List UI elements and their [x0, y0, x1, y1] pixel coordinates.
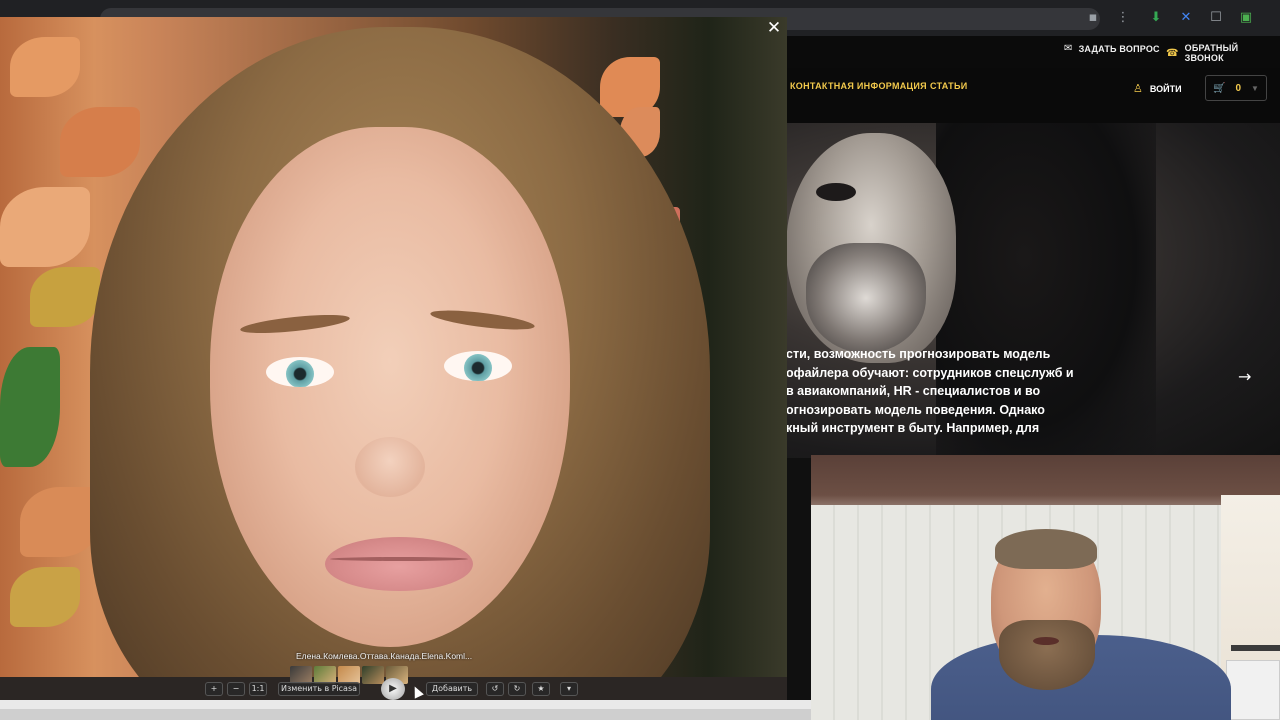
add-button[interactable]: Добавить: [426, 682, 478, 696]
hero-image-eye: [816, 183, 856, 201]
clipboard-extension-icon[interactable]: ☐: [1208, 10, 1224, 26]
leaf: [60, 107, 140, 177]
portrait-lip-line: [330, 557, 468, 561]
hero-line: офайлера обучают: сотрудников спецслужб …: [786, 365, 1074, 380]
portrait-right-eye: [444, 351, 512, 381]
hero-line: кный инструмент в быту. Например, для: [786, 421, 1040, 435]
callback-link[interactable]: ☎ ОБРАТНЫЙ ЗВОНОК: [1166, 43, 1280, 63]
screenshot-extension-icon[interactable]: ▣: [1238, 10, 1254, 26]
leaf: [0, 347, 60, 467]
leaf: [10, 37, 80, 97]
phone-icon: ☎: [1166, 47, 1179, 59]
nav-contact-info[interactable]: КОНТАКТНАЯ ИНФОРМАЦИЯ: [790, 81, 927, 91]
download-extension-icon[interactable]: ⬇: [1148, 10, 1164, 26]
login-button[interactable]: ♙ ВОЙТИ: [1133, 82, 1182, 95]
zoom-out-button[interactable]: −: [227, 682, 245, 696]
screen: ▪ ⋮ ⬇ ✕ ☐ ▣ ✉ ЗАДАТЬ ВОПРОС ☎ ОБРАТНЫЙ З…: [0, 0, 1280, 720]
lightbox-photo: [0, 17, 787, 700]
mail-icon: ✉: [1064, 43, 1073, 54]
more-icon[interactable]: ⋮: [1115, 10, 1131, 26]
actual-size-button[interactable]: 1:1: [249, 682, 267, 696]
ask-question-link[interactable]: ✉ ЗАДАТЬ ВОПРОС: [1064, 43, 1160, 54]
callback-label: ОБРАТНЫЙ ЗВОНОК: [1184, 43, 1239, 63]
hero-line: сти, возможность прогнозировать модель: [786, 347, 1051, 361]
hero-line: огнозировать модель поведения. Однако: [786, 402, 1045, 417]
hero-image-skull-makeup: [806, 243, 926, 353]
portrait-nose: [355, 437, 425, 497]
portrait-iris: [464, 354, 492, 381]
webcam-person-mouth: [1033, 637, 1059, 645]
nav-articles[interactable]: СТАТЬИ: [930, 81, 968, 91]
hero-line: в авиакомпаний, HR - специалистов и во: [786, 384, 1041, 398]
webcam-overlay: [811, 455, 1280, 720]
webcam-fridge: [1226, 660, 1280, 720]
hero-text: сти, возможность прогнозировать модель о…: [786, 345, 1086, 438]
cart-button[interactable]: 🛒 0 ▼: [1205, 75, 1267, 101]
chevron-down-icon: ▼: [1251, 83, 1259, 93]
star-icon[interactable]: ★: [532, 682, 550, 696]
rotate-right-icon[interactable]: ↻: [508, 682, 526, 696]
leaf: [0, 187, 90, 267]
webcam-shelf: [1231, 645, 1280, 651]
scrollbar[interactable]: [0, 709, 811, 720]
webcam-ceiling: [811, 455, 1280, 505]
close-icon[interactable]: ✕: [764, 18, 784, 38]
leaf: [10, 567, 80, 627]
arrow-right-icon[interactable]: →: [1238, 367, 1251, 386]
edit-in-picasa-button[interactable]: Изменить в Picasa: [278, 682, 360, 696]
portrait-left-eye: [266, 357, 334, 387]
play-icon[interactable]: ▶: [381, 678, 405, 700]
webcam-person-hair: [995, 529, 1097, 569]
ask-question-label: ЗАДАТЬ ВОПРОС: [1078, 43, 1160, 54]
bookmark-icon[interactable]: ▪: [1085, 10, 1101, 26]
zoom-in-button[interactable]: +: [205, 682, 223, 696]
hero-slider: сти, возможность прогнозировать модель о…: [786, 123, 1280, 458]
translate-extension-icon[interactable]: ✕: [1178, 10, 1194, 26]
portrait-iris: [286, 360, 314, 387]
user-icon: ♙: [1133, 82, 1143, 95]
leaf: [30, 267, 100, 327]
login-label: ВОЙТИ: [1149, 83, 1182, 94]
cart-count: 0: [1235, 82, 1242, 94]
leaf: [20, 487, 100, 557]
rotate-left-icon[interactable]: ↺: [486, 682, 504, 696]
photo-caption: Елена.Комлева.Оттава.Канада.Elena.Koml..…: [296, 651, 473, 661]
webcam-person-beard: [999, 620, 1095, 690]
chevron-down-icon[interactable]: ▾: [560, 682, 578, 696]
cart-icon: 🛒: [1213, 82, 1226, 94]
portrait-lips: [325, 537, 473, 591]
